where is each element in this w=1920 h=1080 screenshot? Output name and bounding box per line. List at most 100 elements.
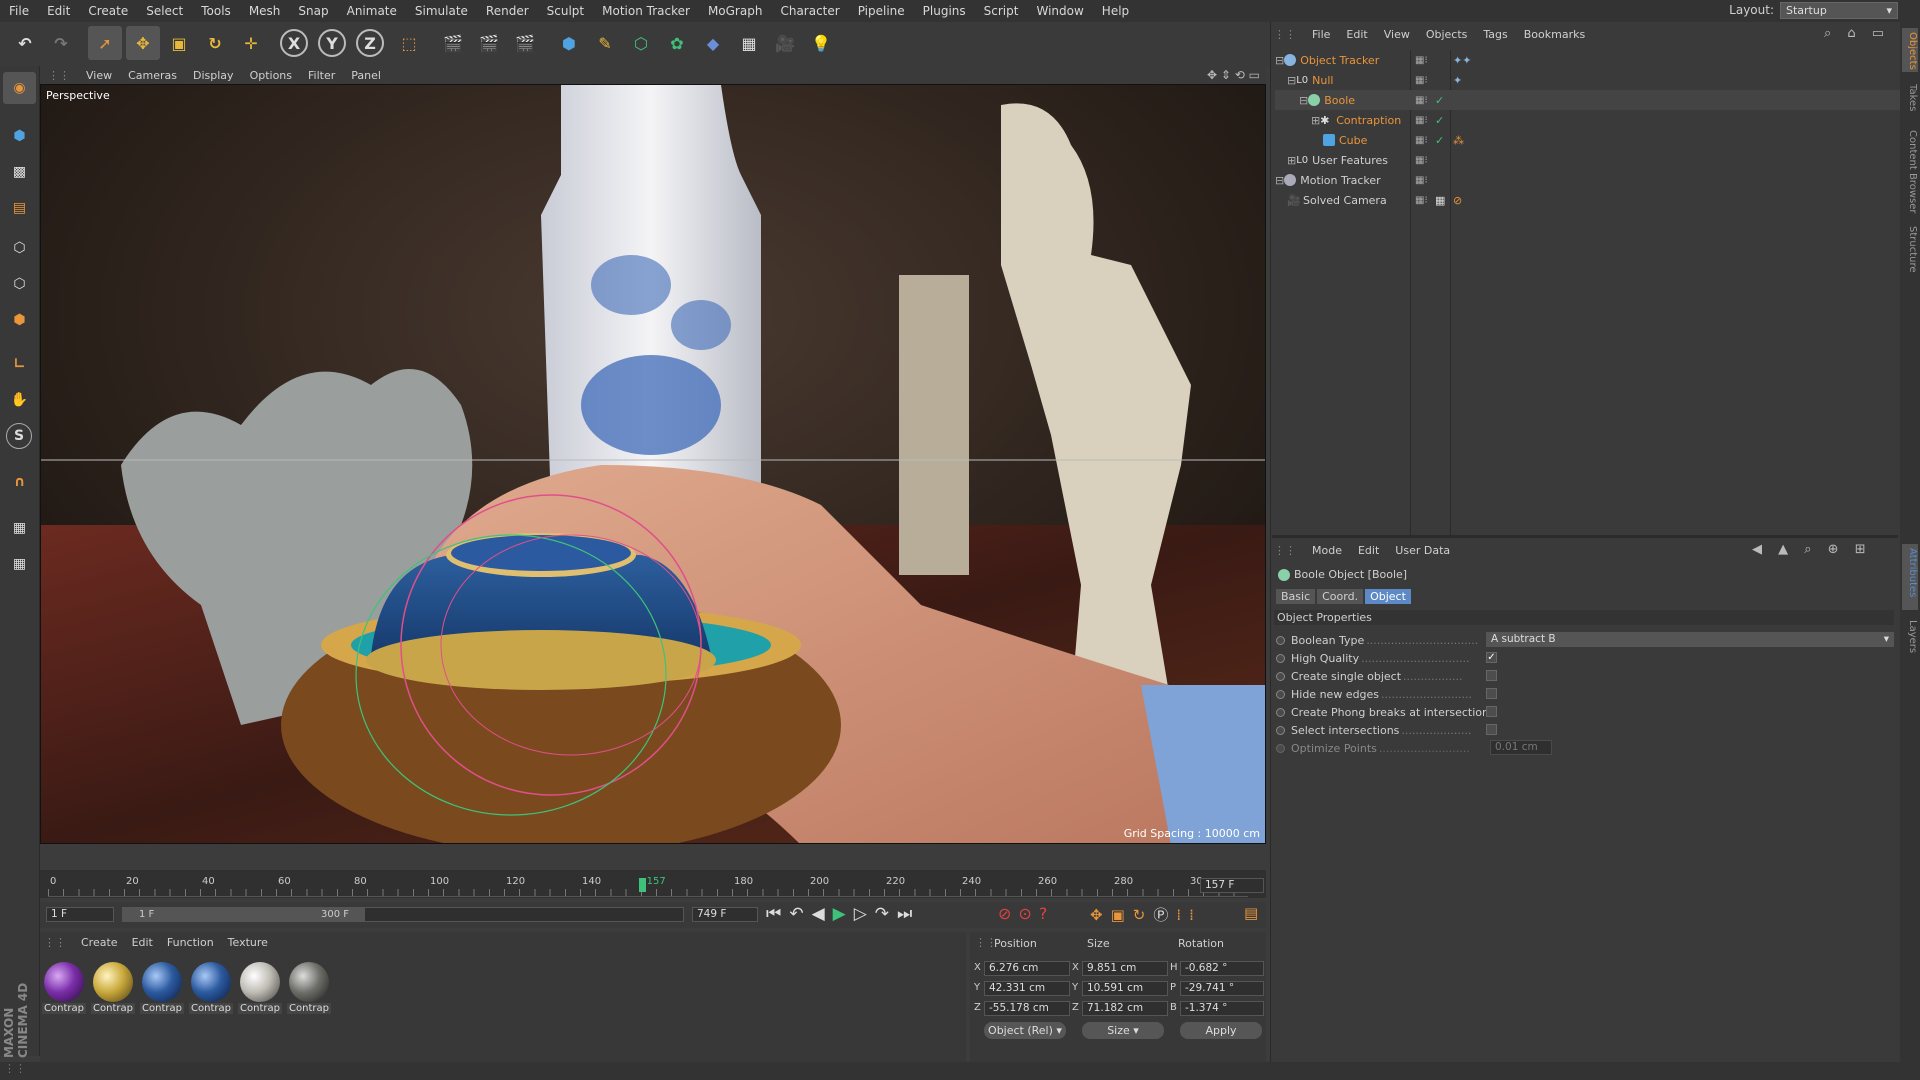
menu-select[interactable]: Select [137, 4, 192, 18]
position-x-field[interactable]: 6.276 cm [984, 961, 1070, 976]
keyframe-selection-icon[interactable]: ? [1039, 904, 1055, 923]
object-row-user-features[interactable]: ⊞ L0 User Features ▦⁝ [1275, 150, 1900, 170]
mograph-cloner-icon[interactable]: ✿ [660, 26, 694, 60]
size-y-field[interactable]: 10.591 cm [1082, 981, 1168, 996]
max-frame-field[interactable]: 749 F [692, 907, 758, 922]
render-settings-icon[interactable]: 🎬 [508, 26, 542, 60]
om-menu-objects[interactable]: Objects [1418, 28, 1476, 41]
start-frame-field[interactable]: 1 F [46, 907, 114, 922]
protection-tag-icon[interactable]: ⊘ [1453, 194, 1462, 207]
menu-file[interactable]: File [0, 4, 38, 18]
material-menu-texture[interactable]: Texture [221, 936, 275, 949]
menu-simulate[interactable]: Simulate [406, 4, 477, 18]
animate-radio[interactable] [1276, 653, 1285, 663]
spline-pen-icon[interactable]: ✎ [588, 26, 622, 60]
goto-start-icon[interactable]: ⏮ [766, 904, 789, 924]
object-row-contraption[interactable]: ⊞ ✱ Contraption ▦⁝ ✓ [1275, 110, 1900, 130]
object-row-cube[interactable]: Cube ▦⁝ ✓ ⁂ [1275, 130, 1900, 150]
end-frame-field[interactable]: 157 F [1200, 878, 1264, 893]
side-tab-objects[interactable]: Objects [1902, 28, 1918, 72]
camera-icon[interactable]: 🎥 [768, 26, 802, 60]
enabled-check-icon[interactable]: ✓ [1435, 114, 1444, 127]
model-mode-icon[interactable]: ⬢ [3, 120, 36, 152]
animate-radio[interactable] [1276, 725, 1285, 735]
visibility-icon[interactable]: ▦⁝ [1415, 135, 1428, 146]
object-row-motion-tracker[interactable]: ⊟ Motion Tracker ▦⁝ [1275, 170, 1900, 190]
key-parameter-icon[interactable]: Ⓟ [1153, 906, 1176, 924]
rotate-tool-icon[interactable]: ↻ [198, 26, 232, 60]
animate-radio[interactable] [1276, 671, 1285, 681]
record-icon[interactable]: ⊘ [998, 904, 1018, 923]
attr-toolbar-icons[interactable]: ◀ ▲ ⌕ ⊕ ⊞ [1752, 542, 1872, 557]
layout-select[interactable]: Startup ▾ [1780, 2, 1898, 19]
scale-tool-icon[interactable]: ▣ [162, 26, 196, 60]
object-row-null[interactable]: ⊟ L0 Null ▦⁝ ✦ [1275, 70, 1900, 90]
next-key-icon[interactable]: ↷ [875, 904, 897, 924]
select-intersections-checkbox[interactable] [1486, 724, 1497, 735]
frame-range-handle[interactable]: 1 F 300 F [123, 908, 365, 921]
high-quality-checkbox[interactable]: ✓ [1486, 652, 1497, 663]
rotation-b-field[interactable]: -1.374 ° [1180, 1001, 1264, 1016]
menu-create[interactable]: Create [79, 4, 137, 18]
side-tab-takes[interactable]: Takes [1902, 80, 1918, 120]
enabled-check-icon[interactable]: ✓ [1435, 134, 1444, 147]
coordinate-system-icon[interactable]: ⬚ [392, 26, 426, 60]
next-frame-icon[interactable]: ▷ [854, 904, 875, 924]
frame-range-slider[interactable]: 1 F 300 F [122, 907, 684, 922]
z-axis-lock-icon[interactable]: Z [356, 29, 384, 57]
om-menu-bookmarks[interactable]: Bookmarks [1516, 28, 1593, 41]
prev-frame-icon[interactable]: ◀ [812, 904, 833, 924]
boolean-type-select[interactable]: A subtract B ▾ [1486, 632, 1894, 647]
object-row-boole[interactable]: ⊟ Boole ▦⁝ ✓ [1275, 90, 1900, 110]
side-tab-content-browser[interactable]: Content Browser [1902, 126, 1918, 216]
goto-end-icon[interactable]: ⏭ [897, 904, 920, 924]
menu-render[interactable]: Render [477, 4, 538, 18]
material-tag-icon[interactable]: ⁂ [1453, 134, 1464, 147]
create-phong-breaks-checkbox[interactable] [1486, 706, 1497, 717]
key-rotation-icon[interactable]: ↻ [1133, 906, 1154, 924]
create-single-object-checkbox[interactable] [1486, 670, 1497, 681]
material-swatch[interactable]: Contrap [287, 962, 331, 1014]
menu-edit[interactable]: Edit [38, 4, 79, 18]
menu-animate[interactable]: Animate [338, 4, 406, 18]
x-axis-lock-icon[interactable]: X [280, 29, 308, 57]
side-tab-structure[interactable]: Structure [1902, 222, 1918, 282]
floor-icon[interactable]: ▦ [732, 26, 766, 60]
key-position-icon[interactable]: ✥ [1090, 906, 1111, 924]
animate-radio[interactable] [1276, 635, 1285, 645]
cube-primitive-icon[interactable]: ⬢ [552, 26, 586, 60]
locked-workplane-icon[interactable]: ▦ [3, 548, 36, 580]
select-tool-icon[interactable]: ➚ [88, 26, 122, 60]
attr-menu-edit[interactable]: Edit [1350, 544, 1387, 557]
material-swatch[interactable]: Contrap [238, 962, 282, 1014]
menu-snap[interactable]: Snap [289, 4, 337, 18]
hide-new-edges-checkbox[interactable] [1486, 688, 1497, 699]
axis-mode-icon[interactable]: ∟ [3, 348, 36, 380]
attr-menu-user-data[interactable]: User Data [1387, 544, 1458, 557]
viewport-nav-icons[interactable]: ✥ ⇕ ⟲ ▭ [1207, 68, 1266, 82]
visibility-icon[interactable]: ▦⁝ [1415, 55, 1428, 66]
object-row-solved-camera[interactable]: 🎥 Solved Camera ▦⁝ ▦ ⊘ [1275, 190, 1900, 210]
menu-plugins[interactable]: Plugins [914, 4, 975, 18]
prev-key-icon[interactable]: ↶ [789, 904, 811, 924]
constraint-tag-icon[interactable]: ✦ [1453, 74, 1462, 87]
visibility-icon[interactable]: ▦⁝ [1415, 95, 1428, 106]
rotation-h-field[interactable]: -0.682 ° [1180, 961, 1264, 976]
viewport-menu-cameras[interactable]: Cameras [120, 69, 185, 82]
tracker-tag-icon[interactable]: ✦✦ [1453, 54, 1471, 67]
material-swatch[interactable]: Contrap [91, 962, 135, 1014]
menu-character[interactable]: Character [771, 4, 848, 18]
tab-object[interactable]: Object [1365, 589, 1411, 604]
menu-pipeline[interactable]: Pipeline [849, 4, 914, 18]
position-y-field[interactable]: 42.331 cm [984, 981, 1070, 996]
menu-mograph[interactable]: MoGraph [699, 4, 772, 18]
camera-tag-icon[interactable]: ▦ [1435, 194, 1445, 207]
autokey-icon[interactable]: ⊙ [1018, 904, 1038, 923]
render-picture-viewer-icon[interactable]: 🎬 [472, 26, 506, 60]
visibility-icon[interactable]: ▦⁝ [1415, 155, 1428, 166]
magnet-icon[interactable]: ∩ [3, 466, 36, 498]
y-axis-lock-icon[interactable]: Y [318, 29, 346, 57]
size-mode-select[interactable]: Size ▾ [1082, 1022, 1164, 1039]
coord-mode-select[interactable]: Object (Rel) ▾ [984, 1022, 1066, 1039]
key-scale-icon[interactable]: ▣ [1111, 906, 1133, 924]
